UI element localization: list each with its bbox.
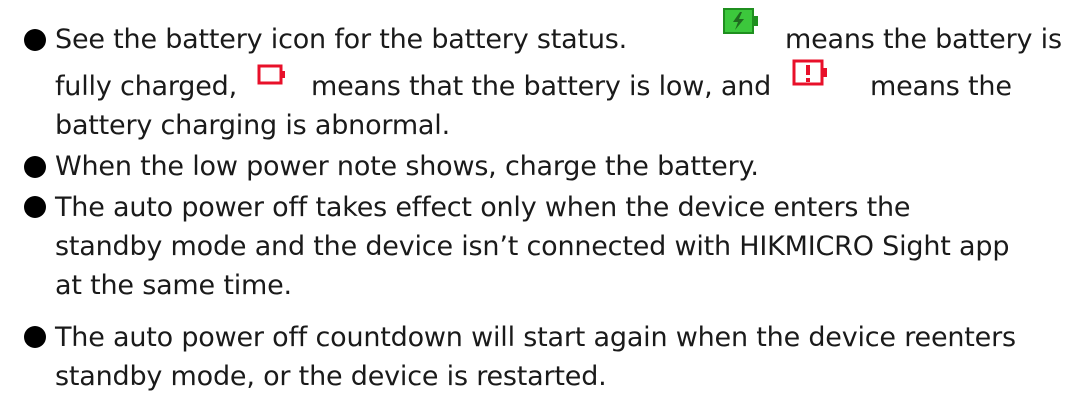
list-item-battery-status: See the battery icon for the battery sta… bbox=[0, 0, 1074, 141]
text-line: The auto power off countdown will start … bbox=[55, 322, 1016, 353]
battery-full-icon bbox=[723, 8, 758, 34]
text-line: See the battery icon for the battery sta… bbox=[55, 24, 628, 55]
text-line: standby mode, or the device is restarted… bbox=[55, 361, 607, 392]
paragraph: The auto power off countdown will start … bbox=[55, 305, 1070, 395]
bullet-icon bbox=[24, 326, 46, 348]
text-line: standby mode and the device isn’t connec… bbox=[55, 231, 1010, 262]
list-item-countdown: The auto power off countdown will start … bbox=[0, 305, 1074, 395]
battery-low-icon bbox=[257, 64, 285, 85]
list-item-auto-power-off: The auto power off takes effect only whe… bbox=[0, 180, 1074, 304]
text-line: means the bbox=[870, 71, 1012, 102]
bullet-icon bbox=[24, 29, 46, 51]
paragraph: The auto power off takes effect only whe… bbox=[55, 180, 1070, 304]
text-line: The auto power off takes effect only whe… bbox=[55, 192, 911, 223]
paragraph: See the battery icon for the battery sta… bbox=[55, 0, 1070, 141]
text-line: at the same time. bbox=[55, 270, 292, 301]
document-page: See the battery icon for the battery sta… bbox=[0, 0, 1074, 407]
text-line: means the battery is bbox=[785, 24, 1062, 55]
text-line: fully charged, bbox=[55, 71, 237, 102]
battery-abnormal-icon bbox=[792, 59, 827, 86]
bullet-icon bbox=[24, 156, 46, 178]
text-line: means that the battery is low, and bbox=[311, 71, 772, 102]
bullet-icon bbox=[24, 196, 46, 218]
